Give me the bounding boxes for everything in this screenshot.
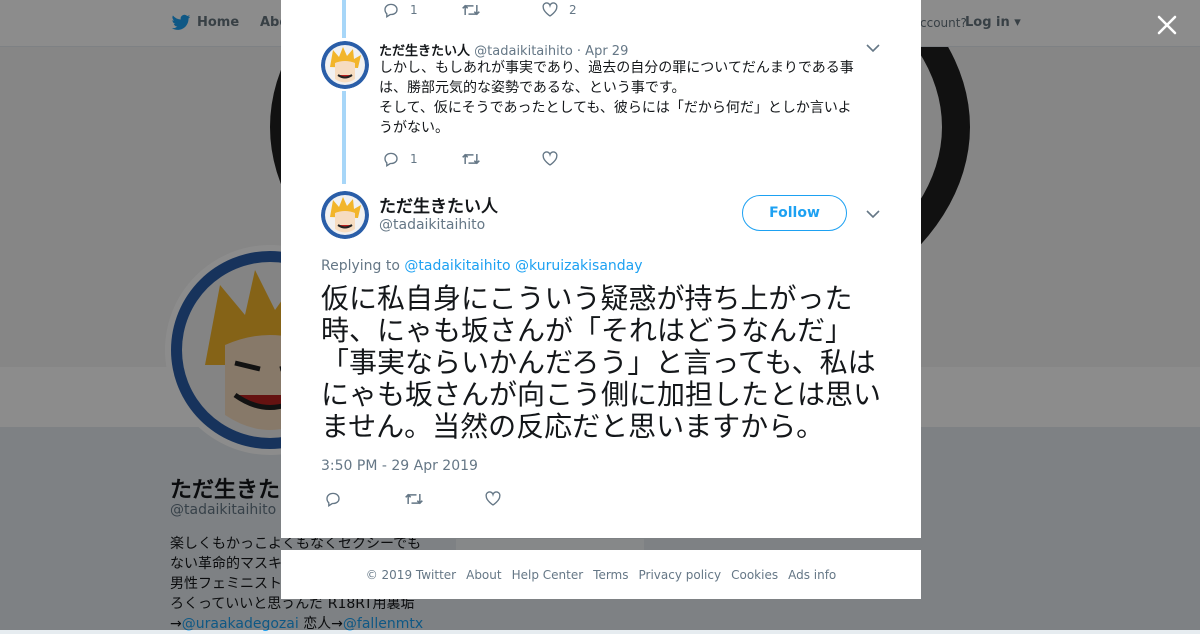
like-count: 2 (569, 3, 577, 17)
thread-line (342, 91, 346, 184)
main-tweet-avatar[interactable] (321, 191, 369, 239)
chevron-down-icon[interactable] (866, 43, 880, 53)
replying-to: Replying to @tadaikitaihito @kuruizakisa… (321, 258, 643, 274)
reply-button[interactable] (324, 489, 404, 509)
replying-user-link[interactable]: @tadaikitaihito (404, 258, 510, 274)
prev-tweet-handle[interactable]: @tadaikitaihito (474, 44, 573, 59)
avatar-image (321, 41, 369, 89)
reply-button[interactable]: 1 (382, 149, 461, 169)
retweet-button[interactable] (461, 0, 541, 20)
retweet-button[interactable] (404, 489, 484, 509)
footer-terms-link[interactable]: Terms (593, 568, 628, 582)
prev-tweet-actions: 1 (382, 149, 559, 169)
main-tweet-actions (324, 489, 502, 509)
footer-about-link[interactable]: About (466, 568, 501, 582)
retweet-icon (462, 4, 480, 16)
reply-button[interactable]: 1 (382, 0, 461, 20)
prev-tweet-text: しかし、もしあれが事実であり、過去の自分の罪についてだんまりである事は、勝部元気… (379, 58, 859, 138)
prev-tweet-paragraph: そして、仮にそうであったとしても、彼らには「だから何だ」としか言いようがない。 (379, 100, 852, 136)
tweet-modal: 1 2 ただ生きたい人 @tadaikitaihito · Apr 29 しかし… (281, 0, 921, 538)
replying-user-link[interactable]: @kuruizakisanday (515, 258, 643, 274)
main-tweet-handle[interactable]: @tadaikitaihito (379, 217, 485, 233)
main-tweet-text: 仮に私自身にこういう疑惑が持ち上がった時、にゃも坂さんが「それはどうなんだ」「事… (321, 282, 882, 443)
prev-tweet-date[interactable]: · Apr 29 (577, 44, 628, 59)
prev-tweet-header: ただ生きたい人 @tadaikitaihito · Apr 29 (379, 40, 628, 59)
heart-icon (485, 491, 501, 506)
chevron-down-icon[interactable] (866, 209, 880, 219)
footer-ads-link[interactable]: Ads info (788, 568, 836, 582)
main-tweet-name[interactable]: ただ生きたい人 (379, 192, 498, 217)
top-tweet-actions: 1 2 (382, 0, 577, 20)
heart-icon (542, 151, 558, 166)
follow-button[interactable]: Follow (742, 195, 847, 231)
thread-line (342, 0, 346, 38)
prev-tweet-paragraph: しかし、もしあれが事実であり、過去の自分の罪についてだんまりである事は、勝部元気… (379, 60, 854, 96)
tweet-timestamp[interactable]: 3:50 PM - 29 Apr 2019 (321, 458, 478, 474)
prev-tweet-name[interactable]: ただ生きたい人 (379, 44, 470, 59)
prev-tweet-avatar[interactable] (321, 41, 369, 89)
reply-icon (384, 3, 398, 18)
footer-help-link[interactable]: Help Center (512, 568, 584, 582)
like-button[interactable]: 2 (541, 0, 577, 20)
like-button[interactable] (484, 489, 502, 509)
heart-icon (542, 2, 558, 17)
like-button[interactable] (541, 149, 559, 169)
reply-icon (326, 492, 340, 507)
modal-footer: © 2019 Twitter About Help Center Terms P… (281, 550, 921, 599)
reply-icon (384, 152, 398, 167)
reply-count: 1 (410, 152, 418, 166)
footer-cookies-link[interactable]: Cookies (731, 568, 778, 582)
reply-count: 1 (410, 3, 418, 17)
footer-copyright: © 2019 Twitter (365, 567, 457, 582)
retweet-button[interactable] (461, 149, 541, 169)
replying-label: Replying to (321, 258, 400, 274)
avatar-image (321, 191, 369, 239)
footer-privacy-link[interactable]: Privacy policy (639, 568, 722, 582)
retweet-icon (462, 153, 480, 165)
retweet-icon (405, 493, 423, 505)
close-icon[interactable] (1154, 12, 1180, 38)
